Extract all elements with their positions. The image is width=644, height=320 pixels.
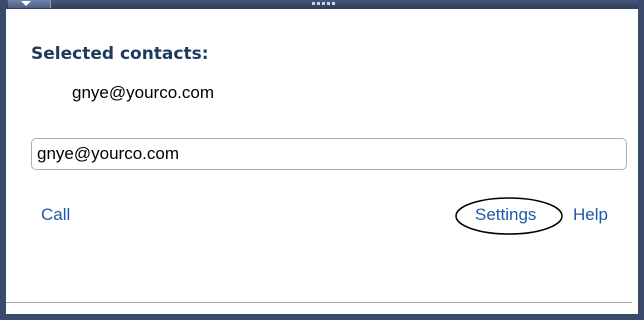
help-link[interactable]: Help bbox=[573, 205, 608, 225]
selected-contact-item: gnye@yourco.com bbox=[72, 83, 214, 102]
drag-grip-icon[interactable] bbox=[312, 2, 342, 6]
address-input[interactable] bbox=[31, 138, 627, 170]
selected-contacts-heading: Selected contacts: bbox=[31, 44, 209, 64]
call-link[interactable]: Call bbox=[41, 205, 70, 225]
dropdown-menu-button[interactable] bbox=[8, 0, 51, 8]
title-bar bbox=[6, 0, 638, 9]
dropdown-triangle-icon bbox=[21, 1, 31, 6]
bottom-divider bbox=[6, 302, 632, 303]
settings-link[interactable]: Settings bbox=[475, 205, 536, 225]
